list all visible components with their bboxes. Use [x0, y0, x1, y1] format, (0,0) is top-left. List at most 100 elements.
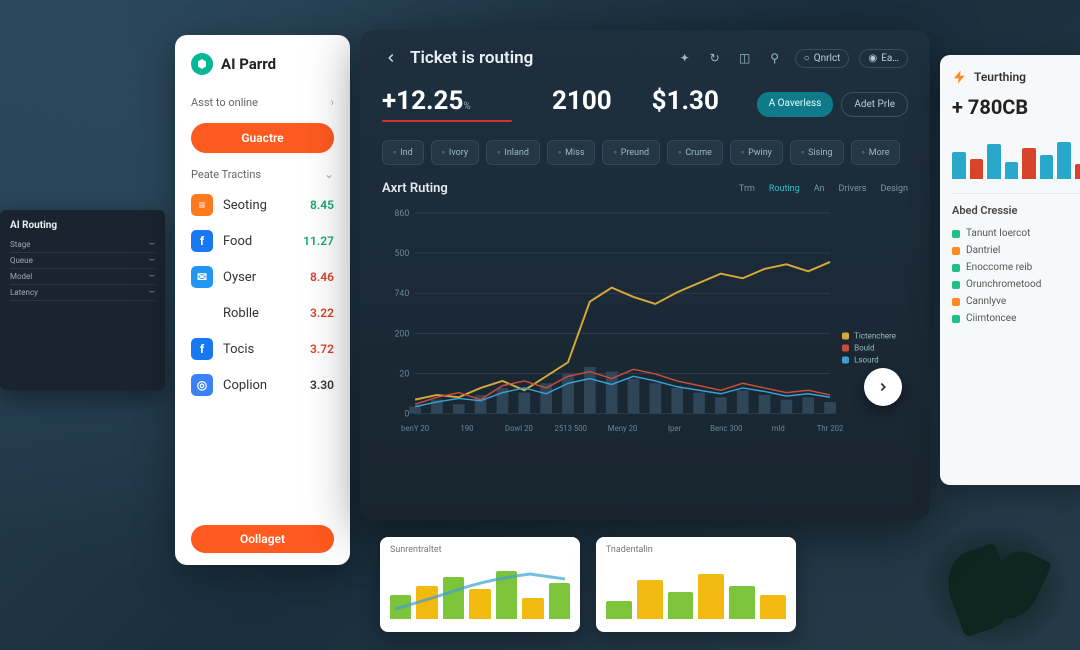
sidebar-subtitle: Asst to online — [191, 96, 258, 109]
sidebar-item-label: Oyser — [223, 270, 310, 285]
svg-text:Dowl 20: Dowl 20 — [505, 424, 533, 433]
svg-text:Benc 300: Benc 300 — [710, 424, 742, 433]
sidebar-item-4[interactable]: f Tocis 3.72 — [183, 331, 342, 367]
app-icon: ◉ — [191, 302, 213, 324]
app-icon: f — [191, 338, 213, 360]
chart-next-button[interactable] — [864, 368, 902, 406]
right-list-item[interactable]: Enoccome reib — [952, 259, 1080, 276]
sidebar-item-label: Tocis — [223, 342, 310, 357]
filter-1[interactable]: ◦Ivory — [431, 140, 479, 165]
right-list-item[interactable]: Dantriel — [952, 242, 1080, 259]
brand-logo-icon — [191, 53, 213, 75]
chart-area: 860500740200200benY 20190Dowl 202513 500… — [382, 204, 908, 444]
filter-6[interactable]: ◦Pwiny — [730, 140, 783, 165]
mini-bar — [637, 580, 663, 619]
sidebar-cta-top[interactable]: Guactre — [191, 123, 334, 153]
filter-4[interactable]: ◦Preund — [602, 140, 660, 165]
svg-text:200: 200 — [395, 329, 410, 339]
right-bar — [1005, 162, 1019, 180]
back-button[interactable] — [382, 49, 400, 67]
right-bar — [1057, 142, 1071, 180]
mini-row: Latency— — [10, 285, 155, 301]
bottom-card-2-title: Tnadentalin — [606, 545, 786, 555]
sidebar-item-1[interactable]: f Food 11.27 — [183, 223, 342, 259]
svg-text:20: 20 — [399, 369, 409, 379]
legend-item: Lsourd — [842, 356, 896, 365]
sidebar-item-label: Seoting — [223, 198, 310, 213]
stat-underline — [382, 120, 512, 122]
right-bar — [952, 152, 966, 180]
mini-bar — [606, 601, 632, 619]
mini-row: Model— — [10, 269, 155, 285]
filter-8[interactable]: ◦More — [851, 140, 901, 165]
pin-icon[interactable]: ⚲ — [765, 48, 785, 68]
filter-2[interactable]: ◦Inland — [486, 140, 540, 165]
sidebar-item-value: 3.72 — [310, 342, 334, 356]
toolbar-pill[interactable]: ○Qnrlct — [795, 49, 850, 68]
chart-tab-3[interactable]: Drivers — [839, 184, 867, 194]
right-bar — [970, 159, 984, 179]
bottom-card-1: Sunrentraltet — [380, 537, 580, 632]
right-panel: Teurthing + 780CB Abed Cressie Tanunt Io… — [940, 55, 1080, 485]
sidebar-item-value: 8.45 — [310, 198, 334, 212]
filter-7[interactable]: ◦Sising — [790, 140, 844, 165]
filter-0[interactable]: ◦Ind — [382, 140, 424, 165]
right-list-item[interactable]: Ciimtoncee — [952, 310, 1080, 327]
right-list-item[interactable]: Orunchrometood — [952, 276, 1080, 293]
right-list-item[interactable]: Tanunt Ioercot — [952, 225, 1080, 242]
mini-bar — [729, 586, 755, 619]
sidebar-item-value: 3.30 — [310, 378, 334, 392]
sidebar-item-value: 11.27 — [303, 234, 334, 248]
primary-action-button[interactable]: A Oaverless — [757, 92, 834, 117]
user-pill[interactable]: ◉Ea… — [859, 49, 908, 68]
app-icon: ◎ — [191, 374, 213, 396]
legend-item: Bould — [842, 344, 896, 353]
sidebar-list: ≡ Seoting 8.45f Food 11.27✉ Oyser 8.46◉ … — [175, 183, 350, 519]
sidebar-item-value: 3.22 — [310, 306, 334, 320]
svg-text:Thr 202: Thr 202 — [817, 424, 844, 433]
secondary-action-button[interactable]: Adet Prle — [841, 92, 908, 117]
brand-title: AI Parrd — [221, 55, 276, 73]
right-bar — [1040, 155, 1054, 179]
sidebar-item-0[interactable]: ≡ Seoting 8.45 — [183, 187, 342, 223]
svg-text:190: 190 — [460, 424, 473, 433]
right-list-item[interactable]: Cannlyve — [952, 293, 1080, 310]
filter-3[interactable]: ◦Miss — [547, 140, 596, 165]
main-panel: Ticket is routing ✦ ↻ ◫ ⚲ ○Qnrlct ◉Ea… +… — [360, 30, 930, 520]
bottom-card-1-title: Sunrentraltet — [390, 545, 570, 555]
right-section-title: Abed Cressie — [952, 204, 1080, 217]
sparkle-icon[interactable]: ✦ — [675, 48, 695, 68]
right-mini-bars — [952, 129, 1080, 179]
chart-tab-1[interactable]: Routing — [769, 184, 800, 194]
svg-text:Meny 20: Meny 20 — [608, 424, 638, 433]
svg-text:860: 860 — [395, 209, 410, 219]
mini-bar — [760, 595, 786, 619]
sidebar-item-label: Food — [223, 234, 303, 249]
sidebar: AI Parrd Asst to online › Guactre Peate … — [175, 35, 350, 565]
refresh-icon[interactable]: ↻ — [705, 48, 725, 68]
bottom-charts: Sunrentraltet Tnadentalin — [380, 537, 796, 632]
stat-count: 2100 — [552, 86, 612, 116]
lightning-icon — [952, 69, 968, 85]
line-chart: 860500740200200benY 20190Dowl 202513 500… — [382, 204, 908, 444]
sidebar-subtitle-row[interactable]: Asst to online › — [175, 89, 350, 115]
sidebar-item-3[interactable]: ◉ Roblle 3.22 — [183, 295, 342, 331]
svg-text:mld: mld — [772, 424, 785, 433]
sidebar-section-label: Peate Tractins — [191, 168, 261, 181]
sidebar-cta-bottom[interactable]: Oollaget — [191, 525, 334, 553]
chart-legend: TictenchereBouldLsourd — [842, 329, 896, 368]
sidebar-item-2[interactable]: ✉ Oyser 8.46 — [183, 259, 342, 295]
svg-text:2513 500: 2513 500 — [554, 424, 587, 433]
svg-text:0: 0 — [404, 410, 409, 420]
sidebar-section-header[interactable]: Peate Tractins ⌄ — [175, 161, 350, 183]
sidebar-item-value: 8.46 — [310, 270, 334, 284]
chart-tab-0[interactable]: Trm — [739, 184, 755, 194]
chart-tab-2[interactable]: An — [814, 184, 825, 194]
chart-tab-4[interactable]: Design — [880, 184, 908, 194]
app-icon: f — [191, 230, 213, 252]
chart-tabs: Trm Routing An Drivers Design — [739, 184, 908, 194]
sidebar-item-5[interactable]: ◎ Coplion 3.30 — [183, 367, 342, 403]
tag-icon[interactable]: ◫ — [735, 48, 755, 68]
filter-5[interactable]: ◦Crume — [667, 140, 723, 165]
page-title: Ticket is routing — [410, 48, 533, 68]
